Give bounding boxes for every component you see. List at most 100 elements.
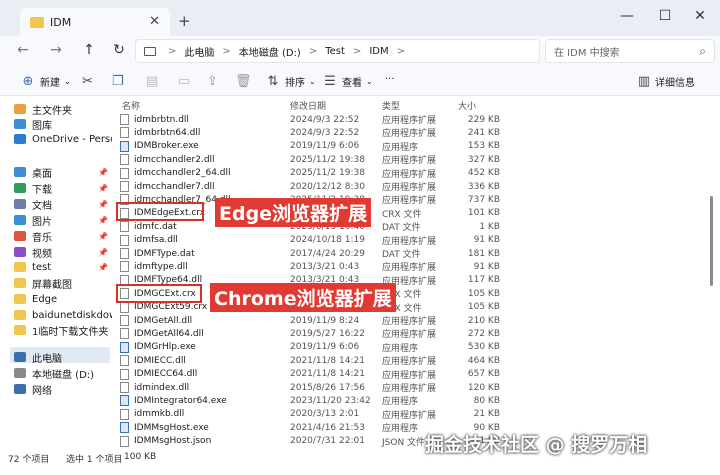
column-header-size[interactable]: 大小 xyxy=(458,99,476,112)
sidebar-item[interactable]: 下载 📌 xyxy=(14,180,112,196)
file-row[interactable]: idmindex.dll 2015/8/26 17:56 应用程序扩展 120 KB xyxy=(120,381,516,394)
sidebar-item[interactable]: 桌面 📌 xyxy=(14,164,112,180)
sidebar-item-icon xyxy=(14,247,26,257)
tab-idm[interactable]: IDM ✕ xyxy=(20,8,170,36)
file-date: 2019/11/9 8:24 xyxy=(290,315,360,326)
breadcrumb-drive-d[interactable]: 本地磁盘 (D:) xyxy=(239,44,301,59)
file-row[interactable]: idmcchandler7.dll 2020/12/12 8:30 应用程序扩展 33… xyxy=(120,180,516,193)
up-button[interactable]: ↑ xyxy=(80,42,98,58)
details-pane-icon: ▥ xyxy=(637,74,651,89)
address-bar[interactable]: > 此电脑 > 本地磁盘 (D:) > Test > IDM > xyxy=(135,39,540,63)
view-label: 查看 xyxy=(342,78,362,89)
tab-close-icon[interactable]: ✕ xyxy=(149,14,160,29)
breadcrumb-this-pc[interactable]: 此电脑 xyxy=(184,44,214,59)
back-button[interactable]: ← xyxy=(14,42,32,58)
file-size: 105 KB xyxy=(467,288,500,299)
vertical-scrollbar[interactable] xyxy=(710,196,713,286)
file-row[interactable]: idmbrbtn64.dll 2024/9/3 22:52 应用程序扩展 241 KB xyxy=(120,126,516,139)
share-icon[interactable]: ⇪ xyxy=(207,74,223,89)
plus-circle-icon: ⊕ xyxy=(22,74,34,89)
sidebar-item-icon xyxy=(14,231,26,241)
minimize-button[interactable]: — xyxy=(617,8,637,24)
search-box[interactable]: 在 IDM 中搜索 ⌕ xyxy=(545,39,715,63)
file-name: IDMIECC64.dll xyxy=(134,369,198,380)
copy-icon[interactable]: ❐ xyxy=(112,74,128,89)
file-row[interactable]: IDMIECC.dll 2021/11/8 14:21 应用程序扩展 464 KB xyxy=(120,354,516,367)
close-window-button[interactable]: ✕ xyxy=(690,8,710,24)
cut-icon[interactable]: ✂ xyxy=(82,74,98,89)
file-name: IDMMsgHost.exe xyxy=(134,422,209,433)
file-icon xyxy=(120,140,129,152)
file-size: 1 KB xyxy=(479,221,500,232)
folder-icon xyxy=(30,16,44,28)
rename-icon[interactable]: ▭ xyxy=(178,74,194,89)
sidebar-item[interactable]: test 📌 xyxy=(14,259,112,275)
file-icon xyxy=(120,435,129,447)
column-header-date[interactable]: 修改日期 xyxy=(290,99,326,112)
file-icon xyxy=(120,395,129,407)
forward-button[interactable]: → xyxy=(47,42,65,58)
file-icon xyxy=(120,127,129,139)
file-row[interactable]: IDMGrHlp.exe 2019/11/9 6:06 应用程序 530 KB xyxy=(120,341,516,354)
file-row[interactable]: idmcchandler2.dll 2025/11/2 19:38 应用程序扩展 32… xyxy=(120,153,516,166)
new-button[interactable]: ⊕ 新建 ⌄ xyxy=(20,74,71,89)
breadcrumb-test[interactable]: Test xyxy=(325,46,345,57)
file-date: 2021/11/8 14:21 xyxy=(290,369,365,380)
sort-button[interactable]: ⇅ 排序 ⌄ xyxy=(265,74,316,89)
sidebar-item-icon xyxy=(14,384,26,394)
column-header-type[interactable]: 类型 xyxy=(382,99,400,112)
file-row[interactable]: IDMIntegrator64.exe 2023/11/20 23:42 应用程序 8… xyxy=(120,394,516,407)
sidebar-item-label: Edge xyxy=(32,293,58,305)
chrome-highlight-box xyxy=(116,284,202,303)
details-button[interactable]: ▥ 详细信息 xyxy=(636,74,695,89)
sidebar-item-label: 桌面 xyxy=(32,168,52,180)
column-header-name[interactable]: 名称 xyxy=(122,99,140,112)
sidebar-item-label: OneDrive - Personal xyxy=(32,133,112,145)
chevron-icon: > xyxy=(168,45,177,57)
sidebar-item[interactable]: 1临时下载文件夹 xyxy=(14,322,112,338)
maximize-button[interactable]: ☐ xyxy=(655,8,675,24)
file-size: 452 KB xyxy=(467,168,500,179)
sidebar-item[interactable]: 图片 📌 xyxy=(14,212,112,228)
file-row[interactable]: IDMBroker.exe 2019/11/9 6:06 应用程序 153 KB xyxy=(120,140,516,153)
view-button[interactable]: ☰ 查看 ⌄ xyxy=(322,74,373,89)
file-row[interactable]: IDMGetAll.dll 2019/11/9 8:24 应用程序扩展 210 KB xyxy=(120,314,516,327)
status-item-count: 72 个项目 xyxy=(8,455,50,465)
sidebar-item-label: 屏幕截图 xyxy=(32,279,72,291)
sidebar-item[interactable]: 图库 xyxy=(14,116,112,132)
file-row[interactable]: idmcchandler2_64.dll 2025/11/2 19:38 应用程序扩… xyxy=(120,167,516,180)
sidebar-item[interactable]: OneDrive - Personal xyxy=(14,131,112,147)
file-row[interactable]: idmfsa.dll 2024/10/18 1:19 应用程序扩展 91 KB xyxy=(120,234,516,247)
more-options-button[interactable]: ··· xyxy=(385,74,395,85)
sidebar-item-label: baidunetdiskdownload xyxy=(32,309,112,321)
watermark: 掘金技术社区 @ 搜罗万相 xyxy=(425,434,648,456)
file-row[interactable]: idmmkb.dll 2020/3/13 2:01 应用程序扩展 21 KB xyxy=(120,408,516,421)
paste-icon[interactable]: ▤ xyxy=(146,74,162,89)
sort-icon: ⇅ xyxy=(267,74,279,89)
sidebar-item[interactable]: baidunetdiskdownload xyxy=(14,307,112,323)
file-row[interactable]: idmbrbtn.dll 2024/9/3 22:52 应用程序扩展 229 KB xyxy=(120,113,516,126)
file-row[interactable]: idmftype.dll 2013/3/21 0:43 应用程序扩展 91 KB xyxy=(120,260,516,273)
sidebar-item-icon xyxy=(14,310,26,320)
file-icon xyxy=(120,114,129,125)
file-row[interactable]: IDMGetAll64.dll 2019/5/27 16:22 应用程序扩展 272 … xyxy=(120,327,516,340)
sidebar-item[interactable]: 屏幕截图 xyxy=(14,275,112,291)
sidebar-item[interactable]: 此电脑 xyxy=(14,349,112,365)
refresh-button[interactable]: ↻ xyxy=(110,42,128,58)
sidebar-item[interactable]: 本地磁盘 (D:) xyxy=(14,365,112,381)
new-tab-button[interactable]: + xyxy=(178,12,191,30)
breadcrumb-idm[interactable]: IDM xyxy=(369,46,388,57)
file-icon xyxy=(120,221,129,233)
sidebar-item[interactable]: Edge xyxy=(14,291,112,307)
delete-icon[interactable]: 🗑 xyxy=(235,74,252,89)
sidebar-item[interactable]: 视频 📌 xyxy=(14,244,112,260)
sidebar-item[interactable]: 网络 xyxy=(14,381,112,397)
file-icon xyxy=(120,328,129,340)
sidebar-item-icon xyxy=(14,262,26,272)
sidebar-item[interactable]: 主文件夹 xyxy=(14,101,112,117)
sidebar-item[interactable]: 音乐 📌 xyxy=(14,228,112,244)
sidebar-item[interactable]: 文档 📌 xyxy=(14,196,112,212)
file-name: IDMGetAll.dll xyxy=(134,315,193,326)
file-row[interactable]: IDMIECC64.dll 2021/11/8 14:21 应用程序扩展 657 KB xyxy=(120,368,516,381)
file-row[interactable]: IDMFType.dat 2017/4/24 20:29 DAT 文件 181 KB xyxy=(120,247,516,260)
